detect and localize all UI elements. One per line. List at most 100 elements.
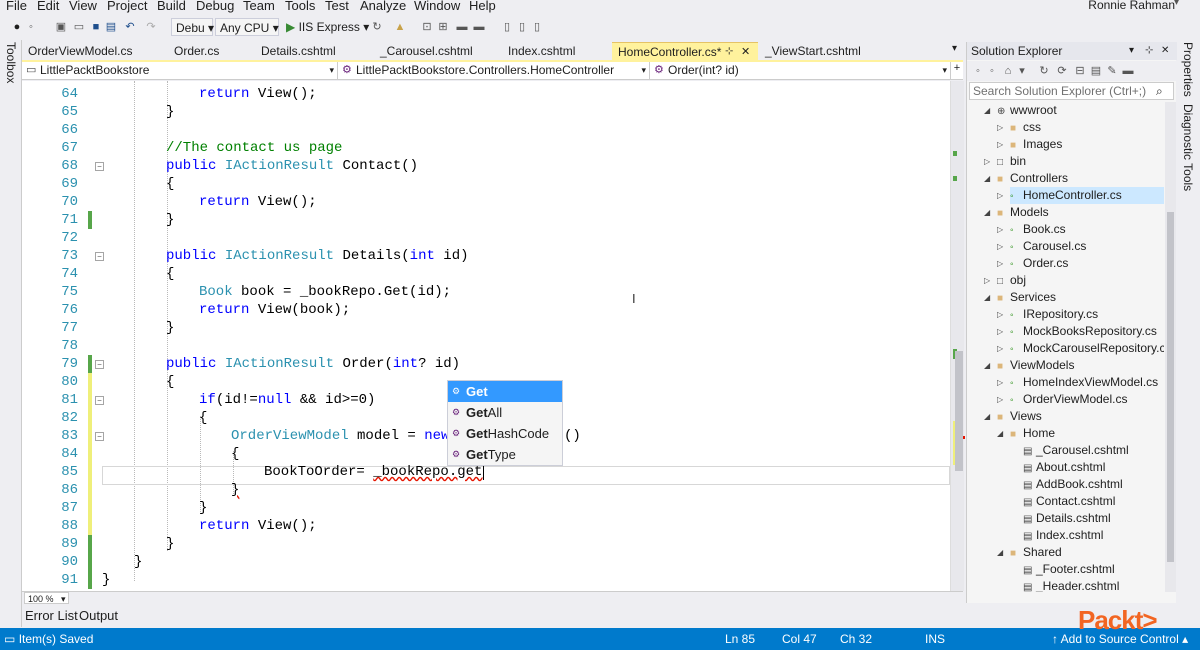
split-editor-icon[interactable]: + (950, 62, 963, 79)
config-dropdown[interactable]: Debu ▾ (171, 18, 214, 36)
toolbox-tab[interactable]: Toolbox (4, 42, 18, 83)
expand-arrow-icon[interactable]: ◢ (984, 204, 990, 221)
menu-view[interactable]: View (69, 0, 97, 13)
tab-output[interactable]: Output (79, 608, 118, 623)
scrollbar-thumb[interactable] (955, 351, 963, 471)
tree-item-footer-view[interactable]: ▤ _Footer.cshtml (1023, 561, 1115, 578)
refresh-icon[interactable]: ⟳ (1055, 64, 1069, 78)
tree-item-details-view[interactable]: ▤ Details.cshtml (1023, 510, 1111, 527)
member-dropdown[interactable]: ⚙ Order(int? id) ▾ (650, 62, 950, 79)
tree-item-about-view[interactable]: ▤ About.cshtml (1023, 459, 1105, 476)
properties-icon[interactable]: ✎ (1105, 64, 1119, 78)
tree-item-mockcarouselrepository[interactable]: ▷ ◦ MockCarouselRepository.cs (997, 340, 1164, 357)
tab-overflow-icon[interactable]: ▾ (952, 43, 957, 54)
tree-item-index-view[interactable]: ▤ Index.cshtml (1023, 527, 1103, 544)
bookmark-prev-icon[interactable]: ▯ (500, 20, 514, 34)
tree-item-images[interactable]: ▷ ■ Images (997, 136, 1062, 153)
collapsed-arrow-icon[interactable]: ▷ (997, 391, 1003, 408)
user-name[interactable]: Ronnie Rahman (1088, 0, 1175, 12)
browser-link-icon[interactable]: ▲ (393, 20, 407, 34)
preview-icon[interactable]: ▬ (1121, 64, 1135, 78)
expand-arrow-icon[interactable]: ◢ (984, 102, 990, 119)
completion-item[interactable]: ⚙ GetType (448, 444, 562, 465)
collapsed-arrow-icon[interactable]: ▷ (997, 187, 1003, 204)
tab-orderviewmodel[interactable]: OrderViewModel.cs (22, 42, 132, 60)
expand-arrow-icon[interactable]: ◢ (997, 425, 1003, 442)
tab-homecontroller[interactable]: HomeController.cs* ⊹ ✕ (612, 42, 758, 60)
collapsed-arrow-icon[interactable]: ▷ (997, 323, 1003, 340)
collapse-icon[interactable]: − (95, 396, 104, 405)
menu-window[interactable]: Window (414, 0, 460, 13)
menu-analyze[interactable]: Analyze (360, 0, 406, 13)
tree-item-book[interactable]: ▷ ◦ Book.cs (997, 221, 1066, 238)
tree-item-homecontroller[interactable]: ▷ ◦ HomeController.cs (997, 187, 1164, 204)
user-dropdown-icon[interactable]: ▾ (1174, 0, 1179, 8)
tree-item-contact-view[interactable]: ▤ Contact.cshtml (1023, 493, 1115, 510)
back-icon[interactable]: ◦ (971, 64, 985, 78)
run-button[interactable]: ▶ IIS Express ▾ (286, 18, 369, 36)
menu-help[interactable]: Help (469, 0, 496, 13)
open-icon[interactable]: ▭ (72, 20, 86, 34)
menu-test[interactable]: Test (325, 0, 349, 13)
forward-icon[interactable]: ◦ (985, 64, 999, 78)
collapsed-arrow-icon[interactable]: ▷ (997, 374, 1003, 391)
expand-arrow-icon[interactable]: ◢ (984, 289, 990, 306)
completion-item[interactable]: ⚙ Get (448, 381, 562, 402)
expand-arrow-icon[interactable]: ◢ (984, 170, 990, 187)
menu-edit[interactable]: Edit (37, 0, 59, 13)
editor-scrollbar[interactable] (950, 81, 965, 591)
back-icon[interactable]: ● (10, 20, 24, 34)
bookmark-clear-icon[interactable]: ▯ (530, 20, 544, 34)
tab-viewstart[interactable]: _ViewStart.cshtml (759, 42, 861, 60)
menu-tools[interactable]: Tools (285, 0, 315, 13)
menu-project[interactable]: Project (107, 0, 147, 13)
save-icon[interactable]: ■ (89, 20, 103, 34)
tree-item-views[interactable]: ◢ ■ Views (984, 408, 1042, 425)
expand-arrow-icon[interactable]: ◢ (997, 544, 1003, 561)
collapse-icon[interactable]: − (95, 252, 104, 261)
collapsed-arrow-icon[interactable]: ▷ (984, 272, 990, 289)
tree-item-shared[interactable]: ◢ ■ Shared (997, 544, 1062, 561)
tree-item-carousel[interactable]: ▷ ◦ Carousel.cs (997, 238, 1086, 255)
collapsed-arrow-icon[interactable]: ▷ (997, 136, 1003, 153)
new-project-icon[interactable]: ▣ (54, 20, 68, 34)
tree-item-css[interactable]: ▷ ■ css (997, 119, 1041, 136)
menu-build[interactable]: Build (157, 0, 186, 13)
collapsed-arrow-icon[interactable]: ▷ (984, 153, 990, 170)
tree-item-controllers[interactable]: ◢ ■ Controllers (984, 170, 1068, 187)
tab-error-list[interactable]: Error List (25, 608, 78, 623)
project-dropdown[interactable]: ▭ LittlePacktBookstore ▾ (22, 62, 338, 79)
collapsed-arrow-icon[interactable]: ▷ (997, 340, 1003, 357)
forward-icon[interactable]: ◦ (24, 20, 38, 34)
menu-debug[interactable]: Debug (196, 0, 234, 13)
history-icon[interactable]: ↻ (1037, 64, 1051, 78)
expand-arrow-icon[interactable]: ◢ (984, 357, 990, 374)
scrollbar-thumb[interactable] (1167, 212, 1174, 562)
redo-icon[interactable]: ↷ (144, 20, 158, 34)
comment-icon[interactable]: ⊞ (436, 20, 450, 34)
expand-arrow-icon[interactable]: ◢ (984, 408, 990, 425)
tree-item-models[interactable]: ◢ ■ Models (984, 204, 1049, 221)
tree-item-header-view[interactable]: ▤ _Header.cshtml (1023, 578, 1119, 592)
sync-icon[interactable]: ▾ (1015, 64, 1029, 78)
class-dropdown[interactable]: ⚙ LittlePacktBookstore.Controllers.HomeCo… (338, 62, 650, 79)
solution-scrollbar[interactable] (1165, 102, 1176, 592)
completion-item[interactable]: ⚙ GetHashCode (448, 423, 562, 444)
diagnostic-tools-tab[interactable]: Diagnostic Tools (1181, 104, 1195, 191)
tab-order[interactable]: Order.cs (168, 42, 219, 60)
tree-item-viewmodels[interactable]: ◢ ■ ViewModels (984, 357, 1074, 374)
indent-icon[interactable]: ▬ (472, 20, 486, 34)
close-icon[interactable]: ✕ (741, 43, 750, 61)
tree-item-order[interactable]: ▷ ◦ Order.cs (997, 255, 1068, 272)
tree-item-wwwroot[interactable]: ◢ ⊕ wwwroot (984, 102, 1057, 119)
properties-tab[interactable]: Properties (1181, 42, 1195, 97)
collapsed-arrow-icon[interactable]: ▷ (997, 221, 1003, 238)
completion-item[interactable]: ⚙ GetAll (448, 402, 562, 423)
search-icon[interactable]: ⌕ (1156, 83, 1163, 99)
collapsed-arrow-icon[interactable]: ▷ (997, 119, 1003, 136)
collapse-icon[interactable]: − (95, 432, 104, 441)
undo-icon[interactable]: ↶ (123, 20, 137, 34)
platform-dropdown[interactable]: Any CPU ▾ (215, 18, 279, 36)
close-icon[interactable]: ✕ (1161, 42, 1169, 60)
collapse-icon[interactable]: − (95, 360, 104, 369)
